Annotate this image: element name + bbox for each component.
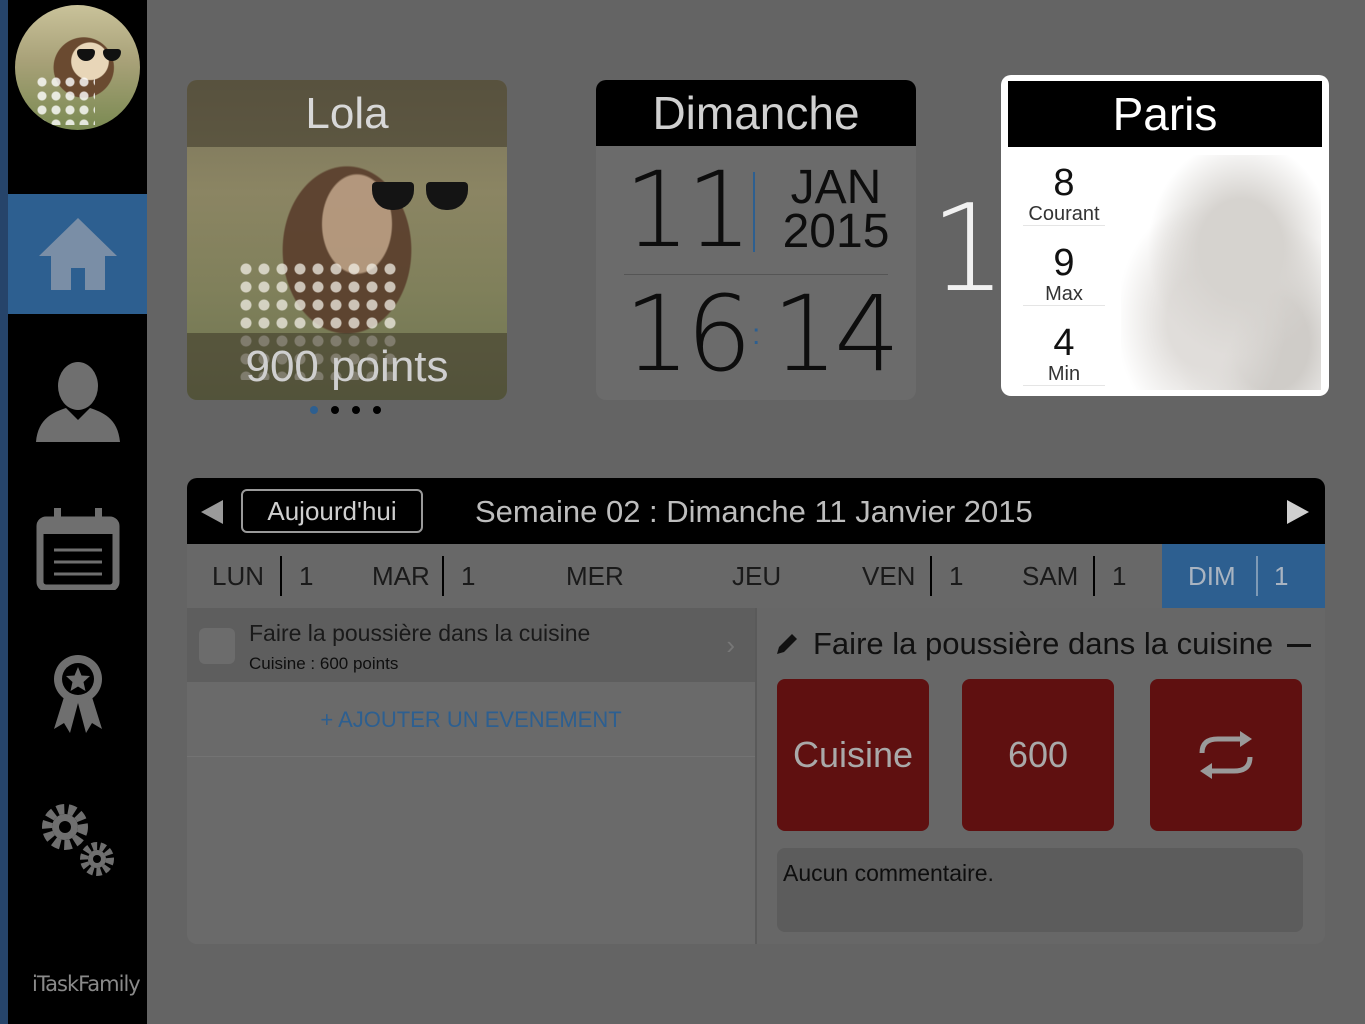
current-label: Courant bbox=[1028, 203, 1100, 225]
week-title: Semaine 02 : Dimanche 11 Janvier 2015 bbox=[475, 494, 1033, 529]
day-separator bbox=[280, 556, 282, 596]
page-dot[interactable] bbox=[373, 406, 381, 414]
calendar-panel: Aujourd'hui Semaine 02 : Dimanche 11 Jan… bbox=[187, 478, 1325, 944]
profile-points: 900 points bbox=[187, 333, 507, 400]
prev-week-arrow-icon[interactable] bbox=[199, 498, 225, 526]
sidebar-item-settings[interactable] bbox=[8, 780, 147, 900]
day-label: MER bbox=[566, 560, 624, 591]
max-label: Max bbox=[1045, 283, 1083, 305]
day-count: 1 bbox=[299, 560, 314, 591]
tab-sam[interactable]: SAM 1 bbox=[999, 544, 1162, 608]
day-count: 1 bbox=[461, 560, 476, 591]
weather-current: 8 Courant bbox=[1023, 163, 1105, 226]
day-separator bbox=[930, 556, 932, 596]
category-tile[interactable]: Cuisine bbox=[777, 679, 929, 831]
max-temp: 9 bbox=[1053, 242, 1075, 284]
points-tile[interactable]: 600 bbox=[962, 679, 1114, 831]
day-separator bbox=[1256, 556, 1258, 596]
sidebar-item-home[interactable] bbox=[8, 194, 147, 314]
today-button[interactable]: Aujourd'hui bbox=[241, 489, 423, 533]
day-label: LUN bbox=[212, 560, 265, 591]
tab-jeu[interactable]: JEU bbox=[674, 544, 837, 608]
collapse-minus-icon[interactable] bbox=[1287, 644, 1311, 647]
minute-value: 14 bbox=[772, 273, 900, 395]
comment-text: Aucun commentaire. bbox=[783, 860, 994, 886]
badge-number: 1 bbox=[930, 180, 1007, 319]
date-card: Dimanche 11 JAN 2015 16 : 14 bbox=[596, 80, 916, 400]
pencil-icon[interactable] bbox=[775, 632, 799, 656]
sidebar-edge bbox=[0, 0, 8, 1024]
weather-city: Paris bbox=[1008, 81, 1322, 147]
detail-title: Faire la poussière dans la cuisine bbox=[813, 626, 1274, 661]
tab-ven[interactable]: VEN 1 bbox=[837, 544, 999, 608]
repeat-tile[interactable] bbox=[1150, 679, 1302, 831]
day-count: 1 bbox=[1274, 560, 1289, 591]
tab-lun[interactable]: LUN 1 bbox=[187, 544, 349, 608]
home-icon bbox=[38, 218, 117, 290]
current-temp: 8 bbox=[1053, 162, 1075, 204]
weather-card: Paris 8 Courant 9 Max 4 Min bbox=[1001, 75, 1329, 396]
day-label: MAR bbox=[372, 560, 430, 591]
day-count: 1 bbox=[1112, 560, 1127, 591]
user-icon bbox=[35, 362, 120, 442]
sidebar-item-rewards[interactable] bbox=[8, 634, 147, 754]
day-separator bbox=[1093, 556, 1095, 596]
date-separator bbox=[753, 172, 755, 252]
profile-page-indicator[interactable] bbox=[310, 406, 381, 414]
day-number: 11 bbox=[624, 149, 752, 271]
day-separator bbox=[442, 556, 444, 596]
award-icon bbox=[53, 655, 102, 733]
user-avatar[interactable] bbox=[15, 5, 140, 130]
avatar-sunglasses bbox=[77, 49, 121, 61]
avatar-flowers bbox=[35, 75, 95, 125]
weather-min: 4 Min bbox=[1023, 323, 1105, 386]
repeat-icon bbox=[1199, 731, 1253, 779]
task-subtitle: Cuisine : 600 points bbox=[249, 654, 399, 673]
page-dot[interactable] bbox=[352, 406, 360, 414]
hour-value: 16 bbox=[624, 273, 752, 395]
day-label: JEU bbox=[732, 560, 782, 591]
day-label: DIM bbox=[1188, 560, 1236, 591]
gears-icon bbox=[41, 804, 114, 876]
calendar-icon bbox=[36, 508, 119, 590]
task-checkbox[interactable] bbox=[199, 628, 235, 664]
comment-box[interactable]: Aucun commentaire. bbox=[777, 848, 1303, 932]
tab-dim[interactable]: DIM 1 bbox=[1162, 544, 1325, 608]
next-week-arrow-icon[interactable] bbox=[1285, 498, 1311, 526]
weekday-label: Dimanche bbox=[596, 80, 916, 146]
page-dot[interactable] bbox=[331, 406, 339, 414]
weather-max: 9 Max bbox=[1023, 243, 1105, 306]
calendar-toolbar: Aujourd'hui Semaine 02 : Dimanche 11 Jan… bbox=[187, 478, 1325, 544]
month-label: JAN bbox=[790, 161, 882, 214]
profile-photo-sunglasses bbox=[372, 182, 468, 210]
time-colon: : bbox=[752, 318, 761, 351]
cloud-icon bbox=[1121, 155, 1321, 390]
sidebar: iTaskFamily bbox=[0, 0, 147, 1024]
add-event-button[interactable]: + AJOUTER UN EVENEMENT bbox=[187, 684, 755, 757]
min-temp: 4 bbox=[1053, 322, 1075, 364]
sidebar-item-profile[interactable] bbox=[8, 340, 147, 460]
list-item[interactable]: Faire la poussière dans la cuisine Cuisi… bbox=[187, 608, 755, 682]
task-list: Faire la poussière dans la cuisine Cuisi… bbox=[187, 608, 755, 944]
task-detail: Faire la poussière dans la cuisine Cuisi… bbox=[757, 608, 1325, 944]
day-count: 1 bbox=[949, 560, 964, 591]
page-dot[interactable] bbox=[310, 406, 318, 414]
day-label: VEN bbox=[862, 560, 916, 591]
min-label: Min bbox=[1047, 363, 1081, 385]
month-year: JAN 2015 bbox=[776, 161, 896, 258]
day-label: SAM bbox=[1022, 560, 1079, 591]
profile-name: Lola bbox=[187, 80, 507, 147]
tab-mar[interactable]: MAR 1 bbox=[349, 544, 512, 608]
weekday-tabs: LUN 1 MAR 1 MER JEU VEN 1 SAM 1 DIM 1 bbox=[187, 544, 1325, 608]
year-label: 2015 bbox=[782, 205, 890, 258]
profile-card[interactable]: Lola 900 points bbox=[187, 80, 507, 400]
task-title: Faire la poussière dans la cuisine bbox=[249, 620, 591, 646]
tab-mer[interactable]: MER bbox=[512, 544, 674, 608]
sidebar-item-calendar[interactable] bbox=[8, 488, 147, 608]
brand-logo: iTaskFamily bbox=[32, 972, 141, 996]
chevron-right-icon: › bbox=[726, 630, 735, 660]
